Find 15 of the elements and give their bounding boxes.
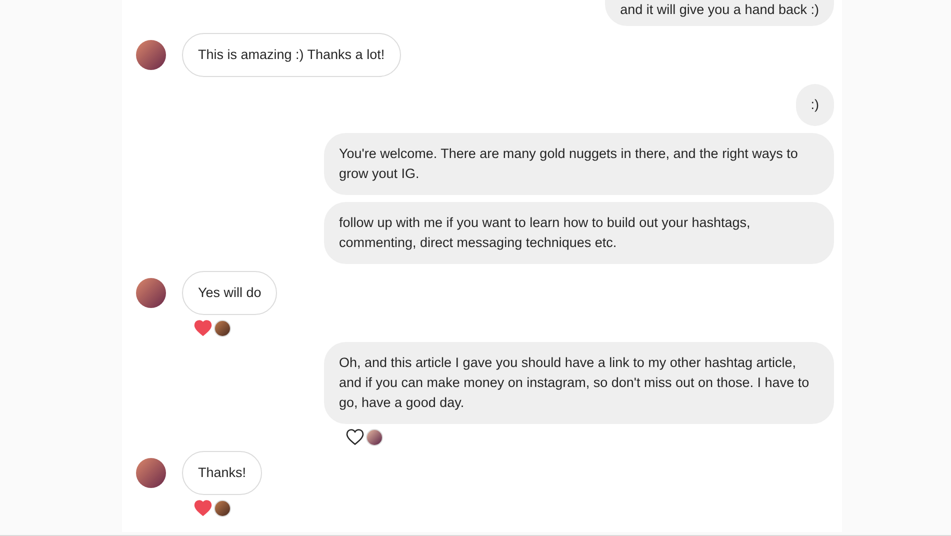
heart-icon[interactable]: [346, 429, 364, 445]
avatar-placeholder: [136, 278, 166, 308]
avatar-placeholder: [214, 500, 231, 516]
message-bubble: Thanks!: [182, 451, 262, 495]
message-bubble: Oh, and this article I gave you should have a link to my other hashtag article, and if you can make money on instagram, so don't miss out on those. I have to go, have a good day.: [324, 342, 834, 424]
avatar-placeholder: [136, 458, 166, 488]
message-bubble: and it will give you a hand back :): [605, 0, 834, 26]
message-bubble: You're welcome. There are many gold nuggets in there, and the right ways to grow yout IG.: [324, 133, 834, 195]
message-bubble: :): [796, 84, 834, 126]
message-bubble: Yes will do: [182, 271, 278, 315]
avatar-placeholder: [136, 40, 166, 70]
avatar-placeholder: [214, 320, 231, 336]
avatar-placeholder: [366, 428, 383, 446]
message-bubble: This is amazing :) Thanks a lot!: [182, 33, 401, 77]
message-bubble: follow up with me if you want to learn how to build out your hashtags, commenting, direct messaging techniques etc.: [324, 202, 834, 264]
